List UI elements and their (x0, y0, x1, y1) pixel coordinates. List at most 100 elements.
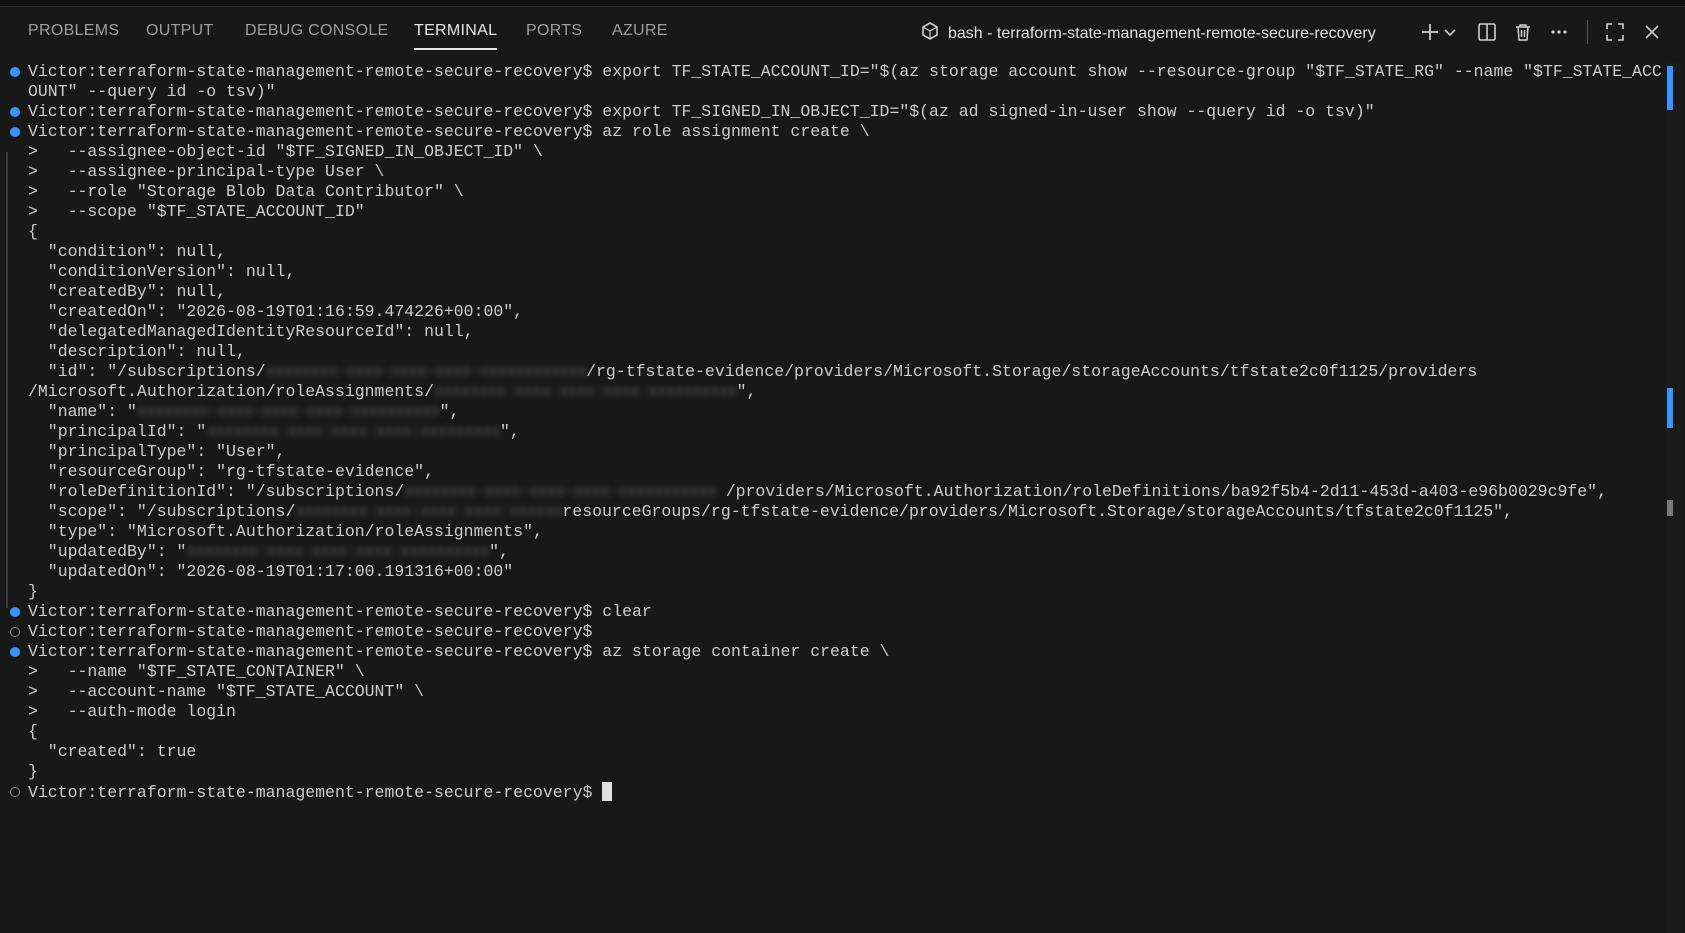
command-empty-decoration[interactable] (10, 627, 20, 637)
tab-debug-console[interactable]: DEBUG CONSOLE (245, 22, 389, 40)
terminal-line-text: "createdBy": null, (28, 282, 227, 301)
terminal-line: Victor:terraform-state-management-remote… (0, 602, 1662, 622)
command-empty-decoration[interactable] (10, 787, 20, 797)
more-icon (1551, 30, 1567, 34)
command-success-decoration[interactable] (10, 647, 20, 657)
terminal-line-text-tail: ", (489, 542, 509, 561)
scrollbar-decoration (1667, 66, 1673, 110)
terminal-line-text: Victor:terraform-state-management-remote… (28, 602, 652, 621)
redacted-value: xxxxxxxx-xxxx-xxxx-xxxx-xxxxxxxxxxx (404, 482, 717, 501)
more-actions-button[interactable] (1547, 20, 1571, 44)
command-success-decoration[interactable] (10, 127, 20, 137)
terminal-line-text: "type": "Microsoft.Authorization/roleAss… (28, 522, 543, 541)
terminal-line: "delegatedManagedIdentityResourceId": nu… (0, 322, 1662, 342)
terminal-line: "scope": "/subscriptions/xxxxxxxx-xxxx-x… (0, 502, 1662, 522)
terminal-line-text: { (28, 222, 38, 241)
terminal-line-text: /Microsoft.Authorization/roleAssignments… (28, 382, 434, 401)
terminal-line-text: } (28, 582, 38, 601)
terminal-line: "resourceGroup": "rg-tfstate-evidence", (0, 462, 1662, 482)
terminal-line: > --assignee-object-id "$TF_SIGNED_IN_OB… (0, 142, 1662, 162)
terminal-line: /Microsoft.Authorization/roleAssignments… (0, 382, 1662, 402)
terminal-line-text: Victor:terraform-state-management-remote… (28, 122, 870, 141)
toolbar-divider (1587, 20, 1588, 44)
terminal-line-text-tail: resourceGroups/rg-tfstate-evidence/provi… (562, 502, 1513, 521)
terminal-line: } (0, 582, 1662, 602)
kill-terminal-button[interactable] (1511, 20, 1535, 44)
terminal-line-text: "created": true (28, 742, 197, 761)
terminal-line-text: > --role "Storage Blob Data Contributor"… (28, 182, 464, 201)
tab-azure[interactable]: AZURE (612, 22, 668, 40)
scrollbar-decoration (1667, 500, 1673, 516)
terminal-line-text: "roleDefinitionId": "/subscriptions/ (28, 482, 405, 501)
window-top-border (0, 0, 1685, 7)
terminal-line: "conditionVersion": null, (0, 262, 1662, 282)
terminal-line: } (0, 762, 1662, 782)
terminal-profile-dropdown[interactable] (1441, 20, 1459, 44)
terminal-line: Victor:terraform-state-management-remote… (0, 622, 1662, 642)
terminal-line-text: "name": " (28, 402, 137, 421)
terminal-line-text: > --account-name "$TF_STATE_ACCOUNT" \ (28, 682, 425, 701)
panel-tab-bar: PROBLEMS OUTPUT DEBUG CONSOLE TERMINAL P… (0, 7, 1685, 57)
terminal-selector[interactable]: bash - terraform-state-management-remote… (920, 21, 1376, 46)
terminal-line-text: > --name "$TF_STATE_CONTAINER" \ (28, 662, 365, 681)
scrollbar-decoration (1667, 388, 1673, 428)
terminal-line-text: Victor:terraform-state-management-remote… (28, 622, 593, 641)
terminal-line-text: > --assignee-object-id "$TF_SIGNED_IN_OB… (28, 142, 543, 161)
terminal-line: Victor:terraform-state-management-remote… (0, 102, 1662, 122)
close-panel-button[interactable] (1640, 20, 1664, 44)
terminal-line-text: "principalId": " (28, 422, 207, 441)
terminal-line-text: "conditionVersion": null, (28, 262, 296, 281)
add-terminal-button[interactable] (1418, 20, 1442, 44)
split-terminal-button[interactable] (1475, 20, 1499, 44)
terminal-line: "description": null, (0, 342, 1662, 362)
terminal-line-text-tail: ", (500, 422, 520, 441)
tab-output[interactable]: OUTPUT (146, 22, 214, 40)
terminal-cursor (602, 782, 613, 801)
terminal-line: "principalType": "User", (0, 442, 1662, 462)
terminal-line-text-tail: /rg-tfstate-evidence/providers/Microsoft… (586, 362, 1478, 381)
terminal-line-text: "id": "/subscriptions/ (28, 362, 266, 381)
command-success-decoration[interactable] (10, 607, 20, 617)
terminal-line-text: Victor:terraform-state-management-remote… (28, 102, 1375, 121)
tab-terminal[interactable]: TERMINAL (414, 22, 498, 50)
tab-problems[interactable]: PROBLEMS (28, 22, 119, 40)
terminal-line: Victor:terraform-state-management-remote… (0, 782, 1662, 802)
terminal-line: Victor:terraform-state-management-remote… (0, 62, 1662, 82)
terminal-shell-icon (920, 21, 940, 46)
terminal-line-text: "createdOn": "2026-08-19T01:16:59.474226… (28, 302, 524, 321)
terminal-line-text: { (28, 722, 38, 741)
maximize-panel-button[interactable] (1603, 20, 1627, 44)
terminal-line-text: "description": null, (28, 342, 246, 361)
redacted-value: xxxxxxxx-xxxx-xxxx-xxxx-xxxxxxxxxx (433, 382, 738, 401)
redacted-value: xxxxxxxx-xxxx-xxxx-xxxx-xxxxxxxxxx (186, 542, 490, 561)
terminal-line-text: > --auth-mode login (28, 702, 236, 721)
terminal-line: "updatedBy": "xxxxxxxx-xxxx-xxxx-xxxx-xx… (0, 542, 1662, 562)
terminal-line: > --auth-mode login (0, 702, 1662, 722)
command-success-decoration[interactable] (10, 67, 20, 77)
terminal-line-text: "condition": null, (28, 242, 227, 261)
terminal-output[interactable]: Victor:terraform-state-management-remote… (0, 62, 1662, 933)
terminal-line-text: > --assignee-principal-type User \ (28, 162, 385, 181)
terminal-line-text: Victor:terraform-state-management-remote… (28, 62, 1662, 81)
terminal-line-text: "scope": "/subscriptions/ (28, 502, 296, 521)
terminal-line-text: "updatedOn": "2026-08-19T01:17:00.191316… (28, 562, 514, 581)
terminal-title: bash - terraform-state-management-remote… (948, 24, 1376, 42)
terminal-line: "principalId": "xxxxxxxx-xxxx-xxxx-xxxx-… (0, 422, 1662, 442)
split-icon (1478, 23, 1496, 41)
tab-ports[interactable]: PORTS (526, 22, 582, 40)
redacted-value: xxxxxxxx-xxxx-xxxx-xxxx-xxxxxxxxx (206, 422, 501, 441)
command-success-decoration[interactable] (10, 107, 20, 117)
terminal-line: "roleDefinitionId": "/subscriptions/xxxx… (0, 482, 1662, 502)
terminal-line-text: "resourceGroup": "rg-tfstate-evidence", (28, 462, 434, 481)
chevron-down-icon (1444, 29, 1456, 37)
close-icon (1645, 25, 1659, 39)
terminal-scrollbar[interactable] (1666, 62, 1681, 933)
redacted-value: xxxxxxxx-xxxx-xxxx-xxxx-xxxxxxxxxxxx (265, 362, 587, 381)
terminal-line: "type": "Microsoft.Authorization/roleAss… (0, 522, 1662, 542)
terminal-line: OUNT" --query id -o tsv)" (0, 82, 1662, 102)
terminal-line: { (0, 722, 1662, 742)
terminal-line: "created": true (0, 742, 1662, 762)
terminal-line-text: OUNT" --query id -o tsv)" (28, 82, 276, 101)
terminal-line: "name": "xxxxxxxx-xxxx-xxxx-xxxx-xxxxxxx… (0, 402, 1662, 422)
redacted-value: xxxxxxxx-xxxx-xxxx-xxxx-xxxxxx (295, 502, 563, 521)
